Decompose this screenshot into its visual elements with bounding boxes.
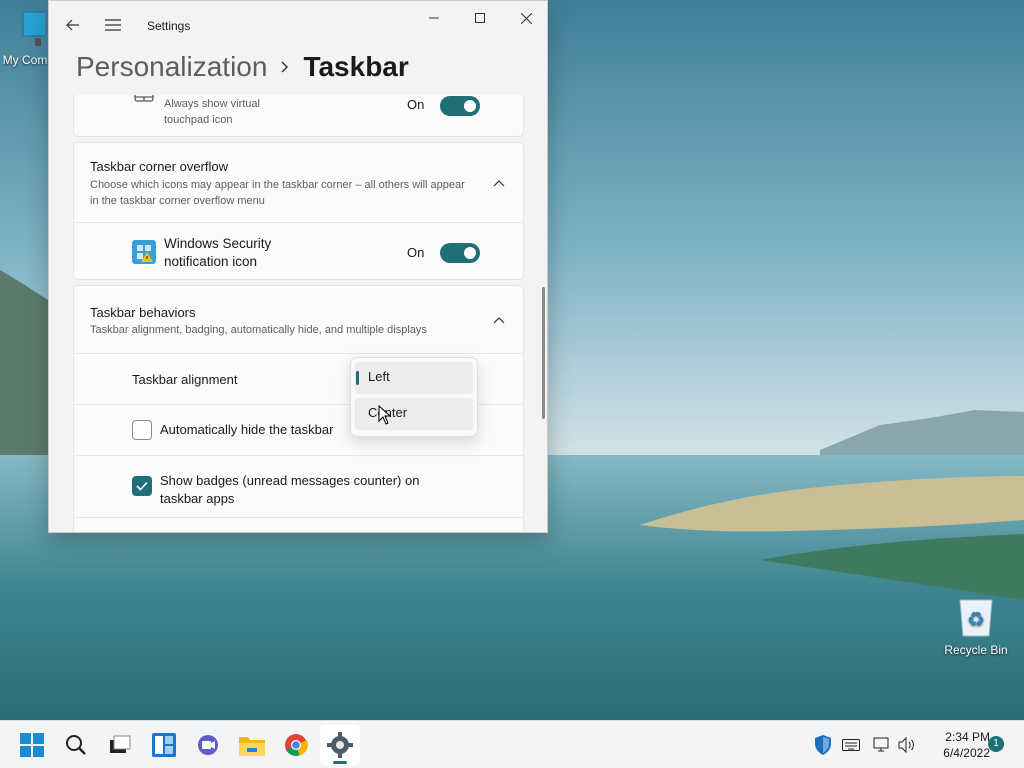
windows-security-icon: [132, 240, 156, 264]
active-indicator: [333, 761, 347, 764]
breadcrumb-parent[interactable]: Personalization: [76, 51, 267, 83]
back-button[interactable]: [61, 13, 85, 37]
widgets-icon: [152, 733, 176, 757]
navigation-menu-button[interactable]: [101, 13, 125, 37]
taskbar-alignment-dropdown: Left Center: [350, 357, 478, 437]
taskbar-alignment-label: Taskbar alignment: [132, 372, 238, 387]
search-button[interactable]: [56, 725, 96, 765]
selection-indicator: [356, 371, 359, 385]
widgets-button[interactable]: [144, 725, 184, 765]
mouse-cursor-icon: [378, 405, 392, 425]
maximize-button[interactable]: [457, 5, 503, 31]
taskbar-behaviors-header[interactable]: Taskbar behaviors Taskbar alignment, bad…: [74, 286, 523, 353]
minimize-icon: [429, 17, 439, 19]
speaker-icon: [898, 737, 914, 753]
chevron-up-icon: [491, 175, 507, 191]
task-view-icon: [110, 735, 131, 753]
title-bar[interactable]: Settings: [49, 1, 547, 49]
recycle-bin-icon: ♻: [959, 599, 993, 637]
gear-icon: [327, 732, 353, 758]
system-clock[interactable]: 2:34 PM 6/4/2022: [926, 729, 990, 761]
touchpad-icon: [134, 95, 154, 102]
desktop-icon-my-computer[interactable]: My Com: [0, 8, 54, 67]
task-view-button[interactable]: [100, 725, 140, 765]
touchpad-toggle[interactable]: [440, 96, 480, 116]
chevron-right-icon: [281, 61, 289, 73]
desktop-icon-label: My Com: [2, 53, 48, 67]
clock-date: 6/4/2022: [943, 746, 990, 760]
show-badges-checkbox[interactable]: [132, 476, 152, 496]
corner-overflow-card: Taskbar corner overflow Choose which ico…: [73, 142, 524, 280]
network-tray-icon[interactable]: [872, 735, 892, 755]
keyboard-icon: [842, 739, 860, 751]
taskbar: 2:34 PM 6/4/2022 1: [0, 720, 1024, 768]
dropdown-option-left[interactable]: Left: [355, 362, 473, 394]
svg-text:♻: ♻: [967, 607, 985, 631]
checkmark-icon: [136, 481, 148, 491]
chrome-icon: [285, 734, 308, 756]
notification-badge[interactable]: 1: [988, 736, 1004, 752]
section-description: Choose which icons may appear in the tas…: [90, 179, 465, 207]
desktop-icon-label: Recycle Bin: [944, 643, 1008, 657]
windows-start-icon: [20, 733, 44, 757]
chat-icon: [198, 735, 218, 755]
breadcrumb: Personalization Taskbar: [76, 47, 409, 87]
settings-window: Settings Personalization Taskbar Always …: [48, 0, 548, 533]
toggle-state-label: On: [407, 97, 425, 112]
setting-row-windows-security: Windows Security notification icon On: [74, 223, 523, 281]
toggle-state-label: On: [407, 245, 425, 260]
section-title: Taskbar corner overflow: [90, 159, 228, 174]
volume-tray-icon[interactable]: [897, 735, 917, 755]
touchpad-label: Always show virtual touchpad icon: [164, 98, 260, 126]
chat-button[interactable]: [188, 725, 228, 765]
settings-app-button[interactable]: [320, 725, 360, 765]
app-title: Settings: [147, 19, 191, 33]
hamburger-icon: [105, 19, 121, 31]
auto-hide-label: Automatically hide the taskbar: [160, 422, 334, 437]
settings-content: Always show virtual touchpad icon On Tas…: [49, 95, 547, 532]
show-badges-label: Show badges (unread messages counter) on…: [160, 473, 420, 506]
folder-icon: [239, 737, 265, 756]
dropdown-option-label: Left: [368, 369, 390, 384]
touch-keyboard-button[interactable]: [841, 735, 861, 755]
minimize-button[interactable]: [411, 5, 457, 31]
close-icon: [520, 12, 532, 24]
shield-icon: [815, 735, 831, 755]
computer-icon: [22, 11, 54, 46]
file-explorer-button[interactable]: [232, 725, 272, 765]
windows-security-label: Windows Security notification icon: [164, 236, 272, 269]
windows-security-toggle[interactable]: [440, 243, 480, 263]
corner-overflow-header[interactable]: Taskbar corner overflow Choose which ico…: [74, 143, 523, 222]
dropdown-option-center[interactable]: Center: [355, 398, 473, 430]
chrome-button[interactable]: [276, 725, 316, 765]
windows-security-tray-icon[interactable]: [813, 735, 833, 755]
section-description: Taskbar alignment, badging, automaticall…: [90, 324, 427, 336]
start-button[interactable]: [12, 725, 52, 765]
section-title: Taskbar behaviors: [90, 305, 196, 320]
network-icon: [873, 737, 889, 752]
page-title: Taskbar: [303, 51, 409, 82]
scrollbar-thumb[interactable]: [542, 287, 545, 419]
chevron-up-icon: [491, 312, 507, 328]
desktop-icon-recycle-bin[interactable]: ♻ Recycle Bin: [940, 596, 1012, 657]
setting-row-touchpad: Always show virtual touchpad icon On: [73, 95, 524, 137]
arrow-left-icon: [66, 19, 79, 31]
close-button[interactable]: [503, 5, 547, 31]
clock-time: 2:34 PM: [945, 730, 990, 744]
maximize-icon: [475, 13, 485, 23]
search-icon: [66, 735, 86, 755]
auto-hide-checkbox[interactable]: [132, 420, 152, 440]
